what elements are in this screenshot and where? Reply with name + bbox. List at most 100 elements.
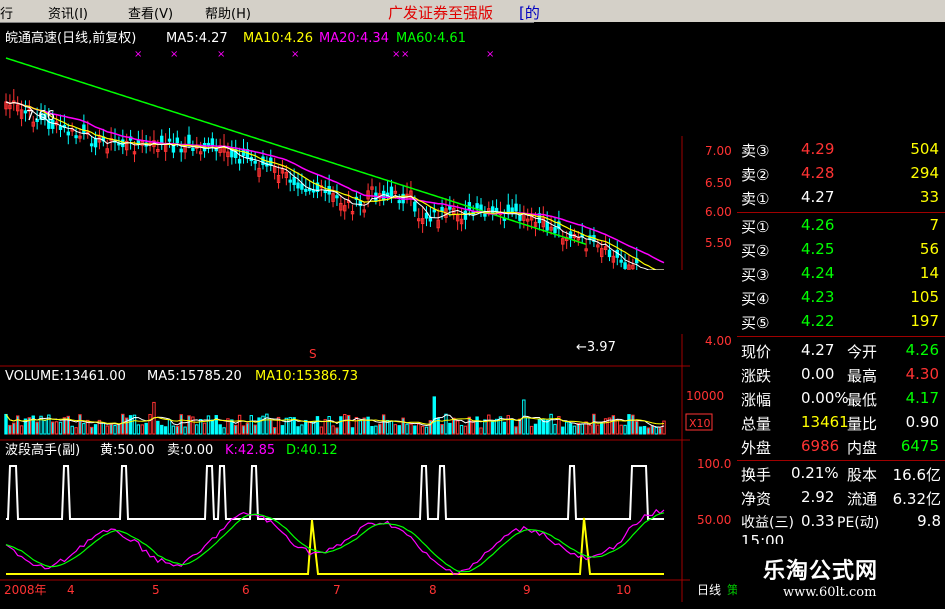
time-label: 9 <box>523 583 531 597</box>
s-signal: S <box>309 347 317 361</box>
candle-body <box>179 148 183 153</box>
sell-row-1: 卖① 4.27 33 <box>737 186 945 210</box>
volume-bar <box>428 420 433 435</box>
buy-price: 4.25 <box>801 240 835 258</box>
indicator-sell: 卖:0.00 <box>167 443 213 458</box>
candle-body <box>518 214 522 221</box>
volume-bar <box>128 415 133 435</box>
volume-bar <box>51 421 55 435</box>
buy-label: 买① <box>741 218 770 236</box>
candle-body <box>323 190 327 194</box>
buy-row-3: 买③ 4.24 14 <box>737 262 945 286</box>
volume-bar <box>448 422 452 435</box>
candle-body <box>191 147 195 151</box>
signal-marker: × <box>392 49 400 60</box>
buy-price: 4.24 <box>801 264 835 282</box>
volume-bar <box>319 426 324 435</box>
stat-label: 最低 <box>847 391 878 409</box>
sell-volume: 294 <box>910 164 939 182</box>
volume-bar <box>19 425 24 435</box>
menu-trade[interactable]: 行 <box>0 3 13 22</box>
volume-bar <box>93 424 98 435</box>
volume-bar <box>315 416 320 435</box>
volume-bar <box>167 419 172 435</box>
volume-bar <box>623 424 627 435</box>
menu-help[interactable]: 帮助(H) <box>205 3 251 22</box>
stat-label: 最高 <box>847 367 878 385</box>
candle-body <box>506 204 510 212</box>
candle-body <box>58 125 63 130</box>
stat-row: 涨幅 0.00% 最低 4.17 <box>737 387 945 411</box>
signal-marker: × <box>401 49 409 60</box>
volume-bar <box>183 426 187 435</box>
buy-label: 买④ <box>741 290 770 308</box>
volume-bar <box>121 413 125 435</box>
signal-marker: × <box>486 49 494 60</box>
candle-body <box>66 131 70 136</box>
buy-label: 买③ <box>741 266 770 284</box>
volume-bar <box>533 423 538 435</box>
candle-body <box>619 259 623 263</box>
volume-bar <box>175 425 180 435</box>
volume-bar <box>463 425 468 435</box>
stat-label: 量比 <box>847 415 878 433</box>
sell-label: 卖③ <box>741 142 770 160</box>
volume-bar <box>378 423 382 435</box>
stat-value: 4.26 <box>905 341 939 359</box>
volume-bar <box>638 426 643 435</box>
signal-marker: × <box>134 49 142 60</box>
volume-bar <box>117 423 121 435</box>
volume-unit: X10 <box>689 417 711 430</box>
indicator-huang: 黄:50.00 <box>100 443 155 458</box>
candle-body <box>545 221 549 231</box>
candle-body <box>335 195 339 199</box>
volume-bar <box>615 419 619 435</box>
volume-bar <box>179 414 183 435</box>
volume-bar <box>642 425 647 435</box>
candle-body <box>175 137 180 144</box>
menu-info[interactable]: 资讯(I) <box>48 3 88 22</box>
candle-body <box>296 182 300 189</box>
volume-bar <box>510 418 514 435</box>
volume-bar <box>455 420 460 435</box>
volume-bar <box>343 414 347 435</box>
stat-label: 收益(三) <box>741 515 794 531</box>
stat-label: PE(动) <box>837 515 880 531</box>
volume-bar <box>202 422 207 435</box>
time-label: 10 <box>616 583 631 597</box>
buy-row-1: 买① 4.26 7 <box>737 214 945 238</box>
volume-bar <box>354 416 359 435</box>
buy-label: 买⑤ <box>741 314 770 332</box>
volume-bar <box>195 424 199 435</box>
menu-view[interactable]: 查看(V) <box>128 3 173 22</box>
candle-body <box>514 203 518 212</box>
volume-bar <box>245 422 250 435</box>
stat-value: 6475 <box>900 437 939 455</box>
volume-bar <box>561 426 565 435</box>
volume-bar <box>549 413 553 435</box>
stat-label: 现价 <box>741 343 772 361</box>
sell-price: 4.29 <box>801 140 835 158</box>
volume-bar <box>440 424 444 435</box>
stat-value: 4.17 <box>905 389 939 407</box>
stat-value: 2.92 <box>801 488 835 506</box>
volume-bar <box>237 414 242 435</box>
volume-bar <box>596 424 600 435</box>
candle-body <box>494 207 499 212</box>
time-label: 5 <box>152 583 160 597</box>
volume-bar <box>105 425 109 435</box>
period-label[interactable]: 日线 <box>697 583 721 597</box>
ma10-label: MA10:4.26 <box>243 31 313 46</box>
volume-bar <box>459 424 464 435</box>
volume-ma5-label: MA5:15785.20 <box>147 369 242 384</box>
volume-bar <box>393 424 398 435</box>
volume-bar <box>113 425 117 435</box>
stat-value: 4.27 <box>801 341 835 359</box>
stat-label: 总量 <box>741 415 772 433</box>
volume-bar <box>452 417 456 435</box>
volume-bar <box>148 413 152 435</box>
volume-bar <box>494 418 499 435</box>
volume-bar <box>8 424 12 435</box>
volume-bar <box>475 416 479 435</box>
candle-body <box>187 134 191 144</box>
